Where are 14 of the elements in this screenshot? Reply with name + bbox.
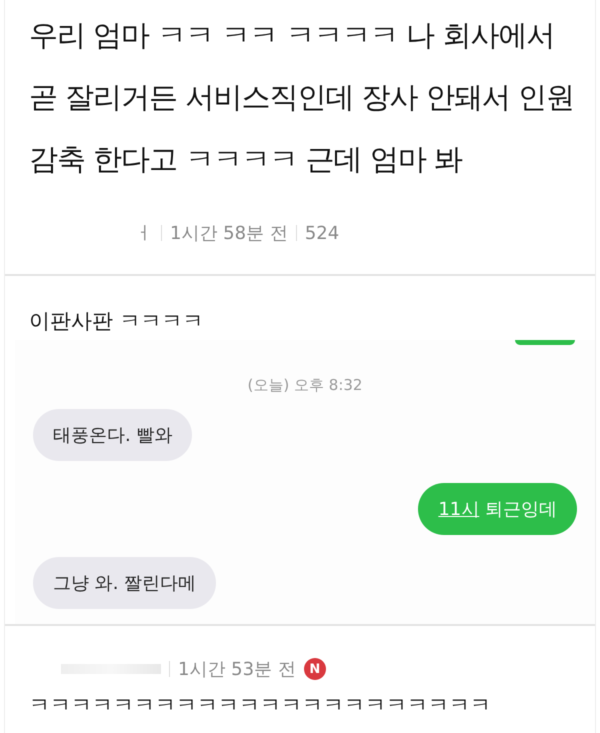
received-message: 그냥 와. 짤린다메 [33,557,216,609]
time-link[interactable]: 11시 [438,499,480,520]
post-time: 1시간 58분 전 [170,222,288,245]
comment-text: 이판사판 ㅋㅋㅋㅋ [28,308,205,335]
message-timestamp: (오늘) 오후 8:32 [248,376,362,395]
message-bubble-edge [515,340,575,345]
comment-text: ㅋㅋㅋㅋㅋㅋㅋㅋㅋㅋㅋㅋㅋㅋㅋㅋㅋㅋㅋㅋㅋㅋ [28,692,492,719]
post-title: 우리 엄마 ㅋㅋ ㅋㅋ ㅋㅋㅋㅋ 나 회사에서 곧 잘리거든 서비스직인데 장사 안돼서 인원감축 한다고 ㅋㅋㅋㅋ 근데 엄마 봐 [28,17,576,178]
new-badge: N [304,658,326,680]
sent-message: 11시 퇴근잉데 [418,483,577,535]
received-message: 태풍온다. 빨와 [33,409,192,461]
view-count: 524 [304,222,340,244]
comment-time: 1시간 53분 전 [178,658,296,681]
author-name: ㅓ [135,222,153,245]
